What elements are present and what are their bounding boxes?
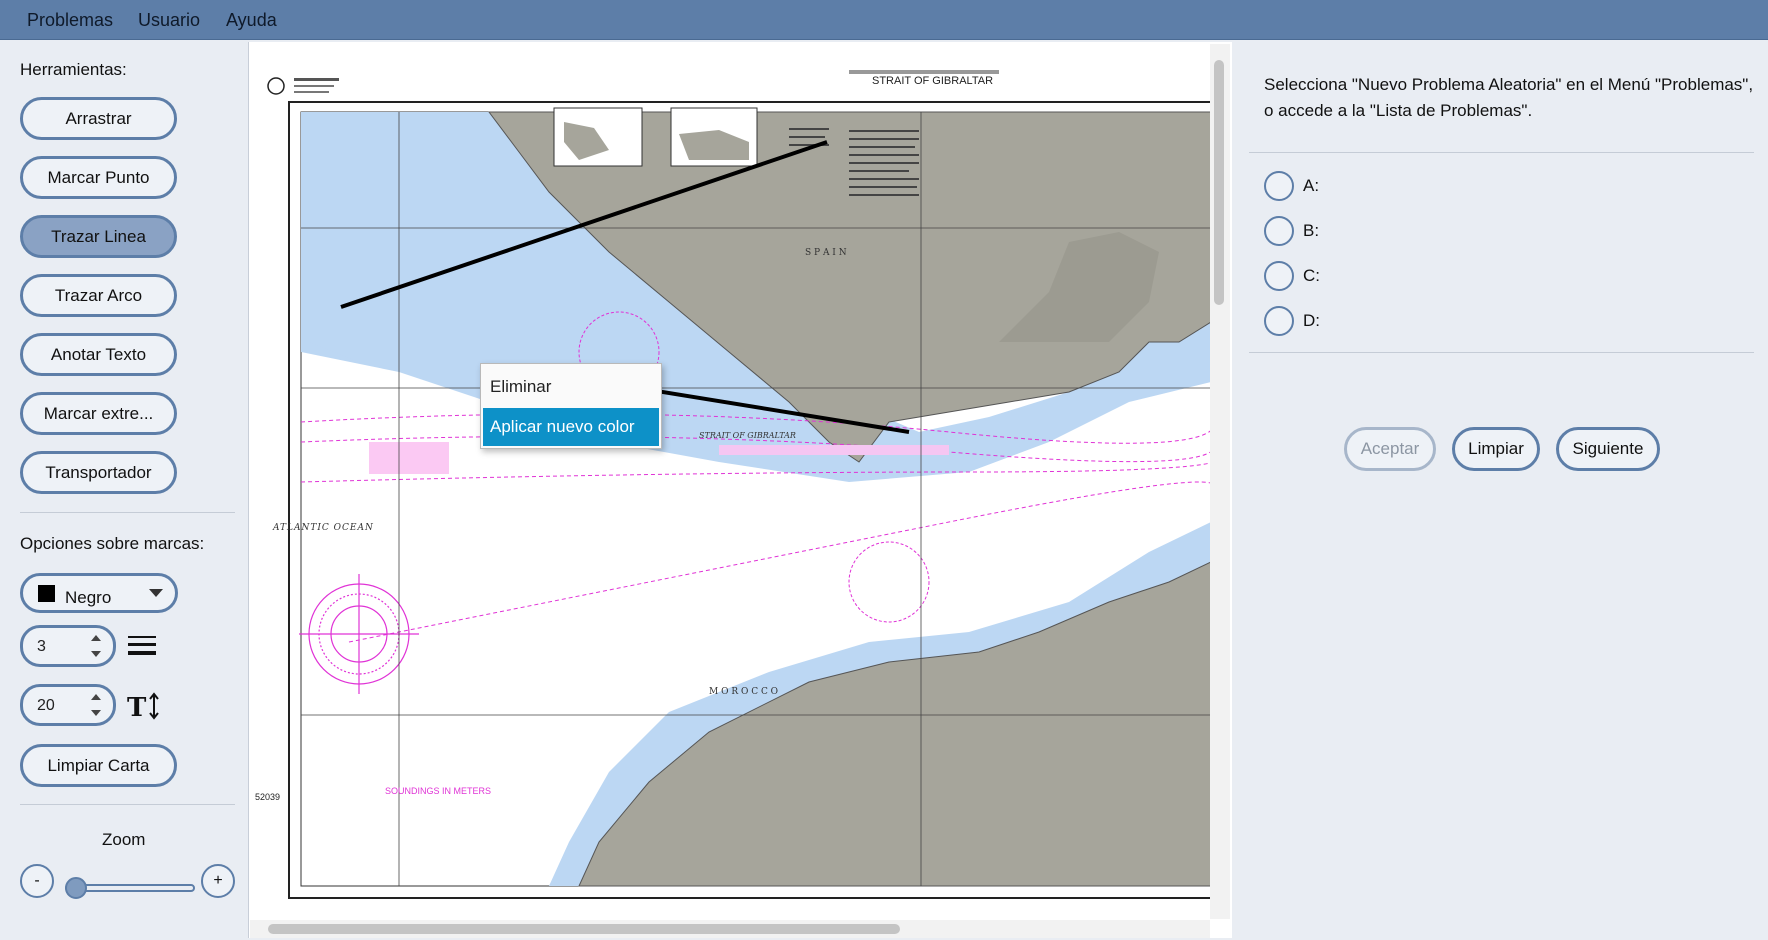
accept-button[interactable]: Aceptar (1344, 427, 1436, 471)
chart-title: STRAIT OF GIBRALTAR (872, 75, 993, 87)
delete-menu-item[interactable]: Eliminar (483, 368, 659, 406)
draw-arc-button[interactable]: Trazar Arco (20, 274, 177, 317)
annotate-text-button[interactable]: Anotar Texto (20, 333, 177, 376)
mark-point-button[interactable]: Marcar Punto (20, 156, 177, 199)
divider (20, 512, 235, 513)
strait-label: STRAIT OF GIBRALTAR (699, 431, 796, 440)
draw-line-button[interactable]: Trazar Linea (20, 215, 177, 258)
problem-panel: Selecciona "Nuevo Problema Aleatoria" en… (1234, 42, 1768, 938)
option-d-radio[interactable] (1264, 306, 1294, 336)
svg-text:T: T (127, 693, 147, 720)
tools-panel: Herramientas: Arrastrar Marcar Punto Tra… (5, 42, 245, 938)
option-b-label: B: (1303, 221, 1320, 240)
ocean-label: ATLANTIC OCEAN (272, 523, 374, 533)
line-width-icon (128, 636, 156, 655)
option-a-label: A: (1303, 176, 1320, 195)
next-button[interactable]: Siguiente (1556, 427, 1660, 471)
menu-usuario[interactable]: Usuario (138, 10, 200, 31)
option-c-radio[interactable] (1264, 261, 1294, 291)
spain-label: S P A I N (805, 248, 847, 258)
option-a-radio[interactable] (1264, 171, 1294, 201)
increment-icon[interactable] (91, 694, 101, 700)
morocco-label: M O R O C C O (709, 687, 778, 697)
drag-tool-button[interactable]: Arrastrar (20, 97, 177, 140)
decrement-icon[interactable] (91, 710, 101, 716)
line-width-stepper[interactable]: 3 (20, 625, 116, 667)
line-width-value: 3 (37, 638, 46, 655)
text-size-icon: T (127, 692, 159, 720)
color-select-label: Negro (65, 588, 112, 607)
zoom-in-button[interactable]: + (201, 864, 235, 898)
zoom-out-button[interactable]: - (20, 864, 54, 898)
nautical-chart[interactable]: STRAIT OF GIBRALTAR ATLANTIC OCEAN S P A… (249, 42, 1211, 918)
decrement-icon[interactable] (91, 651, 101, 657)
color-select[interactable]: Negro (20, 573, 178, 613)
divider (1249, 352, 1754, 353)
horizontal-scroll-thumb[interactable] (268, 924, 900, 934)
menu-ayuda[interactable]: Ayuda (226, 10, 277, 31)
problem-prompt: Selecciona "Nuevo Problema Aleatoria" en… (1264, 75, 1754, 120)
apply-new-color-menu-item[interactable]: Aplicar nuevo color (483, 408, 659, 446)
font-size-value: 20 (37, 697, 55, 714)
zoom-slider-thumb[interactable] (65, 877, 87, 899)
context-menu: Eliminar Aplicar nuevo color (480, 363, 662, 449)
divider (20, 804, 235, 805)
chart-number: 52039 (255, 792, 280, 802)
clear-chart-button[interactable]: Limpiar Carta (20, 744, 177, 787)
soundings-note: SOUNDINGS IN METERS (385, 786, 491, 796)
option-d-label: D: (1303, 311, 1320, 330)
vertical-scroll-thumb[interactable] (1214, 60, 1224, 305)
mark-extremes-button[interactable]: Marcar extre... (20, 392, 177, 435)
font-size-stepper[interactable]: 20 (20, 684, 116, 726)
chevron-down-icon (149, 589, 163, 597)
option-c-label: C: (1303, 266, 1320, 285)
divider (1249, 152, 1754, 153)
menu-problemas[interactable]: Problemas (27, 10, 113, 31)
tools-header: Herramientas: (20, 60, 127, 79)
increment-icon[interactable] (91, 635, 101, 641)
menu-bar: Problemas Usuario Ayuda (0, 0, 1768, 40)
nautical-chart-viewport[interactable]: STRAIT OF GIBRALTAR ATLANTIC OCEAN S P A… (248, 42, 1232, 938)
clear-button[interactable]: Limpiar (1452, 427, 1540, 471)
option-b-radio[interactable] (1264, 216, 1294, 246)
zoom-label: Zoom (102, 830, 146, 849)
protractor-button[interactable]: Transportador (20, 451, 177, 494)
color-swatch (38, 585, 55, 602)
marks-options-header: Opciones sobre marcas: (20, 534, 205, 553)
